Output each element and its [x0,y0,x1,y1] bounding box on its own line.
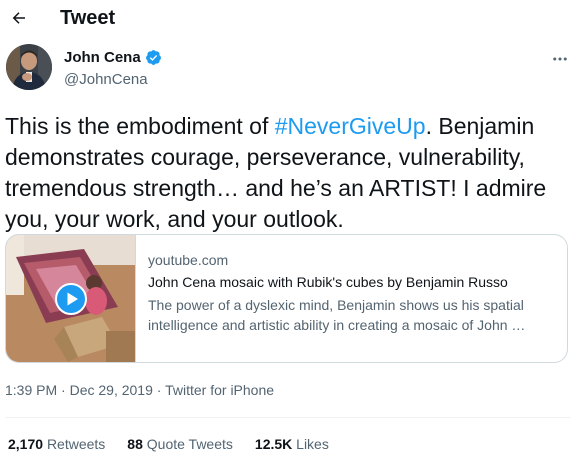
avatar[interactable] [6,44,52,90]
tweet-date[interactable]: Dec 29, 2019 [70,382,153,398]
card-body: youtube.com John Cena mosaic with Rubik'… [136,235,567,362]
more-options-icon[interactable] [551,50,569,68]
arrow-left-icon[interactable] [10,9,28,27]
card-title: John Cena mosaic with Rubik's cubes by B… [148,274,508,290]
page-title: Tweet [60,7,116,29]
retweets-stat[interactable]: 2,170 Retweets [8,436,105,452]
author-name-row: John Cena [64,49,162,66]
author-handle[interactable]: @JohnCena [64,71,148,88]
likes-count: 12.5K [254,436,293,452]
engagement-stats: 2,170 Retweets 88 Quote Tweets 12.5K Lik… [8,436,329,452]
tweet-text: This is the embodiment of #NeverGiveUp. … [5,111,570,235]
likes-stat[interactable]: 12.5K Likes [255,436,329,452]
tweet-time[interactable]: 1:39 PM [5,382,57,398]
tweet-source-link[interactable]: Twitter for iPhone [165,382,274,398]
retweets-count: 2,170 [8,436,44,452]
quote-tweets-count: 88 [127,436,143,452]
card-description: The power of a dyslexic mind, Benjamin s… [148,297,526,333]
likes-label: Likes [296,436,329,452]
link-preview-card[interactable]: youtube.com John Cena mosaic with Rubik'… [5,234,568,363]
card-domain: youtube.com [148,252,229,268]
play-circle-icon[interactable] [55,283,87,315]
tweet-meta: 1:39 PM · Dec 29, 2019 · Twitter for iPh… [5,382,274,398]
author-display-name[interactable]: John Cena [64,49,141,66]
quote-tweets-label: Quote Tweets [146,436,233,452]
page-header: Tweet [0,0,577,38]
tweet-text-start: This is the embodiment of [5,113,275,139]
verified-badge-icon [145,50,161,65]
quote-tweets-stat[interactable]: 88 Quote Tweets [127,436,233,452]
retweets-label: Retweets [46,436,106,452]
meta-separator: · [57,382,70,398]
hashtag-link[interactable]: #NeverGiveUp [275,113,426,139]
divider [5,417,571,418]
meta-separator: · [152,382,166,398]
video-thumbnail[interactable] [6,235,136,362]
